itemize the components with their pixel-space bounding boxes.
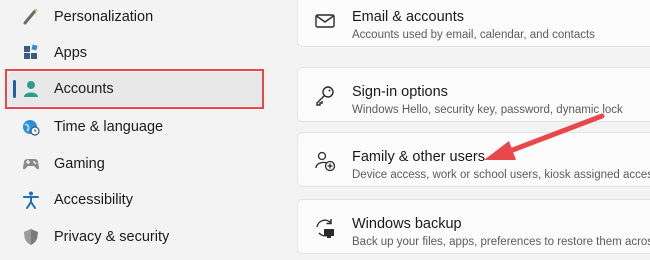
sidebar-item-apps[interactable]: Apps [8, 36, 264, 70]
gamepad-icon [23, 159, 39, 170]
sidebar-item-gaming[interactable]: Gaming [8, 147, 264, 181]
sidebar-item-label: Apps [54, 45, 88, 61]
shield-icon [24, 229, 38, 245]
highlight-box [5, 69, 264, 109]
sidebar-item-label: Privacy & security [54, 229, 170, 245]
backup-icon [316, 219, 334, 238]
key-icon [316, 86, 334, 106]
sidebar-item-label: Accessibility [54, 192, 133, 208]
card-description: Accounts used by email, calendar, and co… [352, 29, 595, 41]
mail-icon [315, 14, 335, 28]
accessibility-icon [23, 191, 39, 209]
sidebar-item-accessibility[interactable]: Accessibility [8, 183, 264, 217]
sidebar-item-label: Time & language [54, 119, 164, 135]
card-windows-backup[interactable]: Windows backup Back up your files, apps,… [297, 199, 650, 254]
sidebar-item-personalization[interactable]: Personalization [8, 0, 264, 34]
card-description: Back up your files, apps, preferences to… [352, 236, 650, 248]
sidebar-item-label: Gaming [54, 156, 105, 172]
card-family-other-users[interactable]: Family & other users Device access, work… [297, 132, 650, 187]
apps-icon [24, 44, 38, 59]
sidebar-item-time-language[interactable]: Time & language [8, 110, 264, 144]
card-description: Device access, work or school users, kio… [352, 169, 650, 181]
brush-icon [23, 9, 37, 25]
sidebar-item-label: Personalization [54, 9, 154, 25]
card-description: Windows Hello, security key, password, d… [352, 104, 623, 116]
sidebar: Personalization Apps Accounts Time & lan… [0, 0, 270, 260]
globe-clock-icon [23, 120, 40, 136]
sidebar-item-privacy-security[interactable]: Privacy & security [8, 220, 264, 254]
content-pane: Email & accounts Accounts used by email,… [270, 0, 650, 260]
card-title: Email & accounts [352, 9, 465, 25]
family-add-icon [315, 151, 336, 172]
card-title: Sign-in options [352, 84, 448, 100]
card-email-accounts[interactable]: Email & accounts Accounts used by email,… [297, 0, 650, 47]
card-title: Family & other users [352, 149, 485, 165]
card-title: Windows backup [352, 216, 462, 232]
card-sign-in-options[interactable]: Sign-in options Windows Hello, security … [297, 67, 650, 122]
